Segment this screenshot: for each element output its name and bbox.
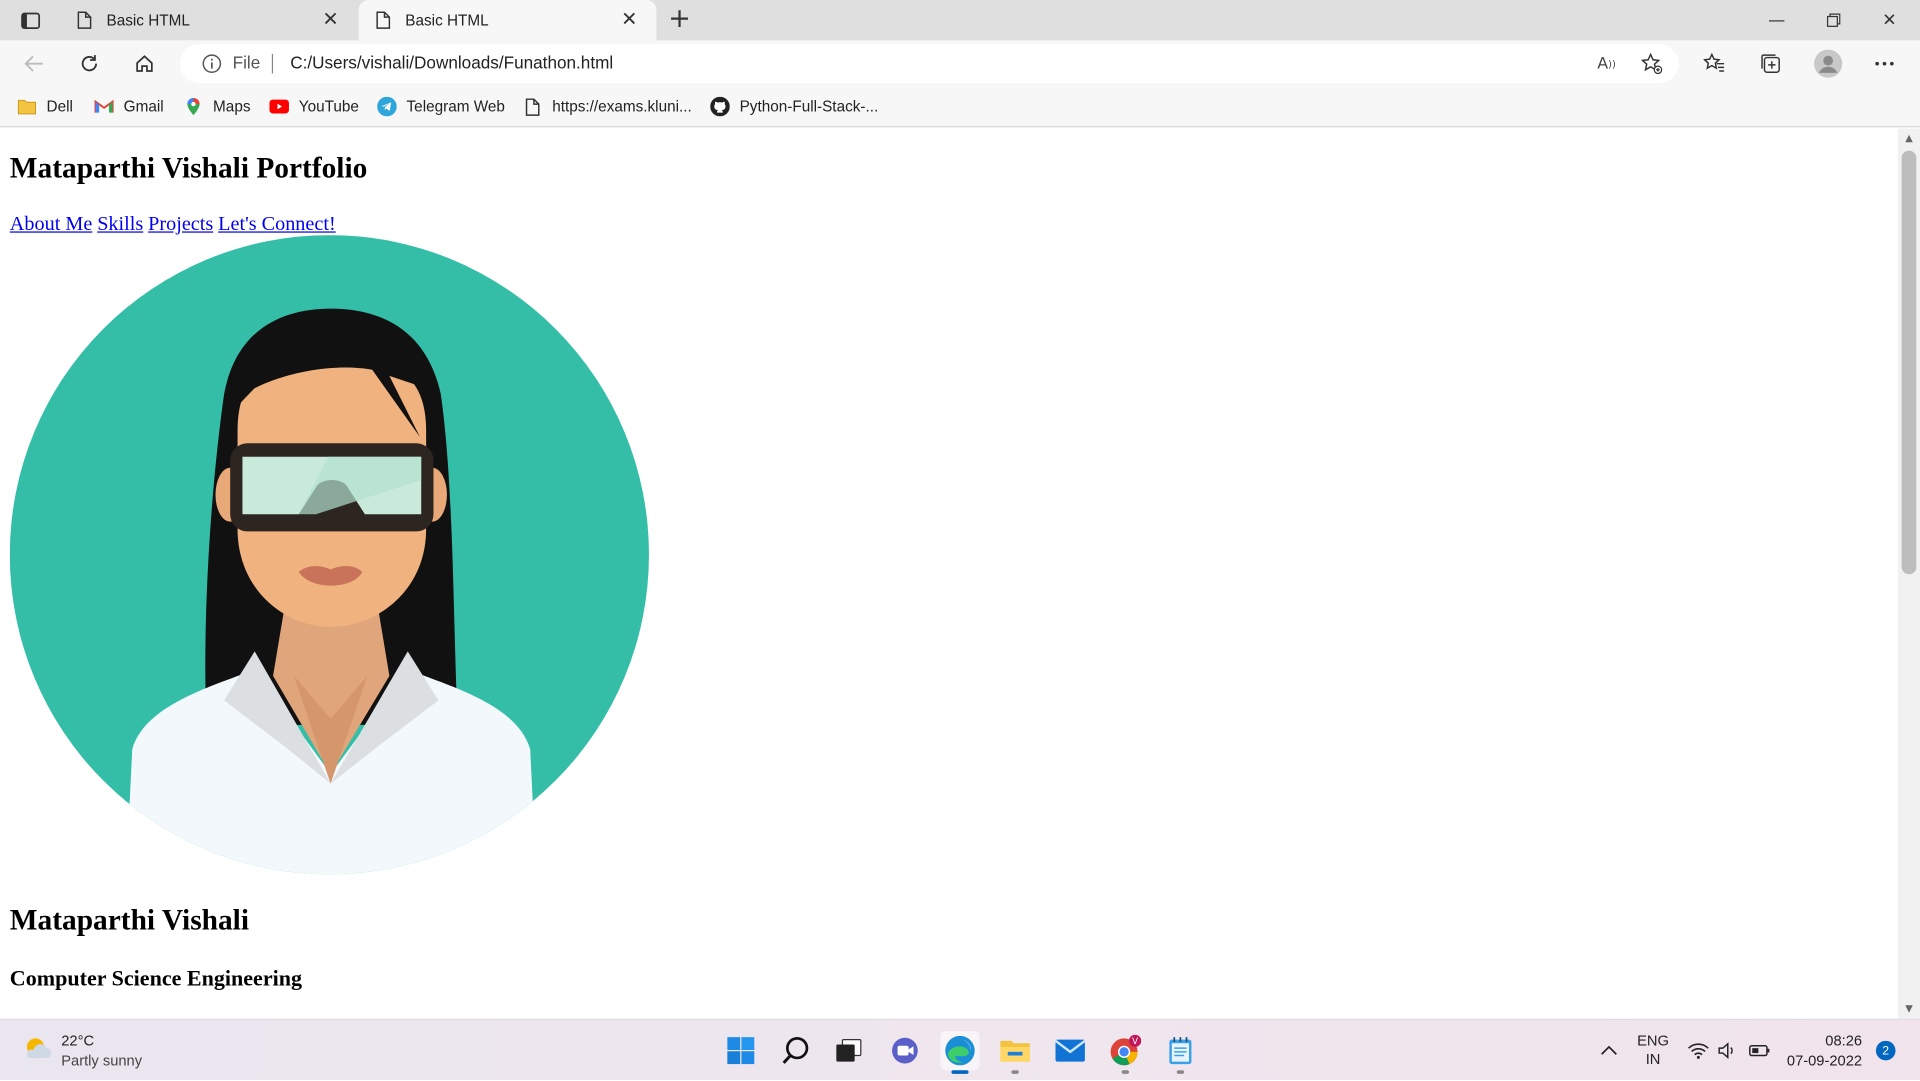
favorites-icon[interactable] xyxy=(1701,50,1728,77)
notification-badge: 2 xyxy=(1875,1040,1896,1061)
gmail-icon xyxy=(94,97,114,117)
tab-basic-html-2[interactable]: Basic HTML ✕ xyxy=(358,0,657,41)
bookmark-label: Telegram Web xyxy=(406,97,505,116)
language-indicator[interactable]: ENG IN xyxy=(1631,1020,1675,1081)
running-indicator xyxy=(1011,1070,1019,1074)
profile-avatar[interactable] xyxy=(1813,49,1843,78)
profile-avatar-image xyxy=(9,235,649,875)
bookmark-label: Python-Full-Stack-... xyxy=(739,97,879,116)
bookmark-telegram[interactable]: Telegram Web xyxy=(377,96,505,118)
profile-name: Mataparthi Vishali xyxy=(9,904,250,937)
read-aloud-icon[interactable]: A)) xyxy=(1594,51,1618,75)
tab-title: Basic HTML xyxy=(106,11,190,29)
taskbar: 22°C Partly sunny V ENG IN 08:26 07-09-2… xyxy=(0,1018,1920,1081)
notification-center[interactable]: 2 xyxy=(1875,1020,1897,1081)
profile-department: Computer Science Engineering xyxy=(9,966,303,991)
volume-icon[interactable] xyxy=(1714,1020,1741,1081)
tab-actions-icon[interactable] xyxy=(17,9,44,33)
back-button[interactable] xyxy=(18,48,50,80)
maps-icon xyxy=(184,97,204,117)
divider xyxy=(271,53,274,74)
page-icon xyxy=(523,97,543,117)
collections-icon[interactable] xyxy=(1757,50,1784,77)
bookmark-gmail[interactable]: Gmail xyxy=(94,96,164,118)
bookmark-exams[interactable]: https://exams.kluni... xyxy=(523,96,692,118)
search-icon[interactable] xyxy=(776,1031,815,1070)
close-tab-icon[interactable]: ✕ xyxy=(321,10,341,30)
tab-bar: Basic HTML ✕ Basic HTML ✕ + — ✕ xyxy=(0,0,1920,41)
add-favorite-icon[interactable] xyxy=(1640,51,1664,75)
nav-link-lets-connect[interactable]: Let's Connect! xyxy=(218,212,336,235)
task-view-icon[interactable] xyxy=(829,1031,868,1070)
refresh-button[interactable] xyxy=(73,48,105,80)
file-explorer-icon[interactable] xyxy=(996,1031,1035,1074)
folder-icon xyxy=(17,97,37,117)
bookmark-label: YouTube xyxy=(298,97,359,116)
page-scrollbar[interactable]: ▲ ▼ xyxy=(1897,128,1920,1019)
more-options-icon[interactable] xyxy=(1871,50,1898,77)
close-window-button[interactable]: ✕ xyxy=(1861,0,1917,40)
github-icon xyxy=(710,96,730,117)
bookmarks-bar: Dell Gmail Maps YouTube Telegram Web htt… xyxy=(0,86,1920,128)
scroll-down-icon[interactable]: ▼ xyxy=(1904,1003,1914,1014)
new-tab-button[interactable]: + xyxy=(665,6,694,35)
mail-icon[interactable] xyxy=(1051,1031,1090,1070)
active-indicator xyxy=(951,1070,969,1074)
running-indicator xyxy=(1176,1070,1185,1074)
youtube-icon xyxy=(269,97,289,117)
clock[interactable]: 08:26 07-09-2022 xyxy=(1782,1020,1868,1081)
bookmark-python-full-stack[interactable]: Python-Full-Stack-... xyxy=(710,96,878,118)
close-tab-icon[interactable]: ✕ xyxy=(620,10,640,30)
weather-condition: Partly sunny xyxy=(61,1051,143,1069)
battery-icon[interactable] xyxy=(1746,1020,1773,1081)
nav-link-projects[interactable]: Projects xyxy=(148,212,213,235)
wifi-icon[interactable] xyxy=(1685,1020,1712,1081)
edge-app-icon[interactable] xyxy=(940,1031,980,1074)
nav-links: About Me Skills Projects Let's Connect! xyxy=(10,212,341,236)
scheme-label: File xyxy=(232,52,261,73)
region-code: IN xyxy=(1645,1050,1661,1068)
scroll-thumb[interactable] xyxy=(1901,150,1917,575)
tab-title: Basic HTML xyxy=(405,11,489,29)
address-bar[interactable]: File C:/Users/vishali/Downloads/Funathon… xyxy=(180,44,1679,84)
chrome-icon[interactable]: V xyxy=(1106,1031,1145,1074)
bookmark-maps[interactable]: Maps xyxy=(184,96,251,118)
scroll-up-icon[interactable]: ▲ xyxy=(1904,133,1914,143)
page-viewport: Mataparthi Vishali Portfolio About Me Ski… xyxy=(0,128,1898,1019)
minimize-button[interactable]: — xyxy=(1749,0,1805,40)
notepad-icon[interactable] xyxy=(1161,1031,1200,1074)
clock-time: 08:26 xyxy=(1825,1032,1863,1050)
page-icon xyxy=(75,10,95,30)
telegram-icon xyxy=(377,96,397,117)
language-code: ENG xyxy=(1637,1032,1669,1050)
url-text[interactable]: C:/Users/vishali/Downloads/Funathon.html xyxy=(290,53,613,73)
bookmark-label: Dell xyxy=(46,97,73,116)
tab-basic-html-1[interactable]: Basic HTML ✕ xyxy=(60,0,358,40)
nav-link-skills[interactable]: Skills xyxy=(97,212,143,235)
info-icon[interactable] xyxy=(202,54,222,78)
start-button[interactable] xyxy=(721,1031,760,1070)
show-hidden-icons-chevron-up-icon[interactable] xyxy=(1594,1020,1623,1081)
bookmark-label: Maps xyxy=(213,97,251,116)
running-indicator xyxy=(1121,1070,1129,1074)
home-button[interactable] xyxy=(129,48,161,80)
page-icon xyxy=(373,10,393,30)
svg-text:V: V xyxy=(1132,1037,1138,1047)
bookmark-label: Gmail xyxy=(123,97,164,116)
address-toolbar: File C:/Users/vishali/Downloads/Funathon… xyxy=(0,40,1920,87)
bookmark-label: https://exams.kluni... xyxy=(552,97,692,116)
teams-chat-icon[interactable] xyxy=(885,1031,924,1070)
nav-link-about-me[interactable]: About Me xyxy=(10,212,93,235)
partly-sunny-icon xyxy=(22,1033,54,1069)
weather-widget[interactable]: 22°C Partly sunny xyxy=(22,1031,142,1070)
bookmark-dell[interactable]: Dell xyxy=(17,96,73,118)
page-title: Mataparthi Vishali Portfolio xyxy=(9,153,368,185)
weather-temp: 22°C xyxy=(61,1032,95,1050)
bookmark-youtube[interactable]: YouTube xyxy=(269,96,359,118)
restore-button[interactable] xyxy=(1805,0,1861,40)
clock-date: 07-09-2022 xyxy=(1786,1051,1863,1069)
